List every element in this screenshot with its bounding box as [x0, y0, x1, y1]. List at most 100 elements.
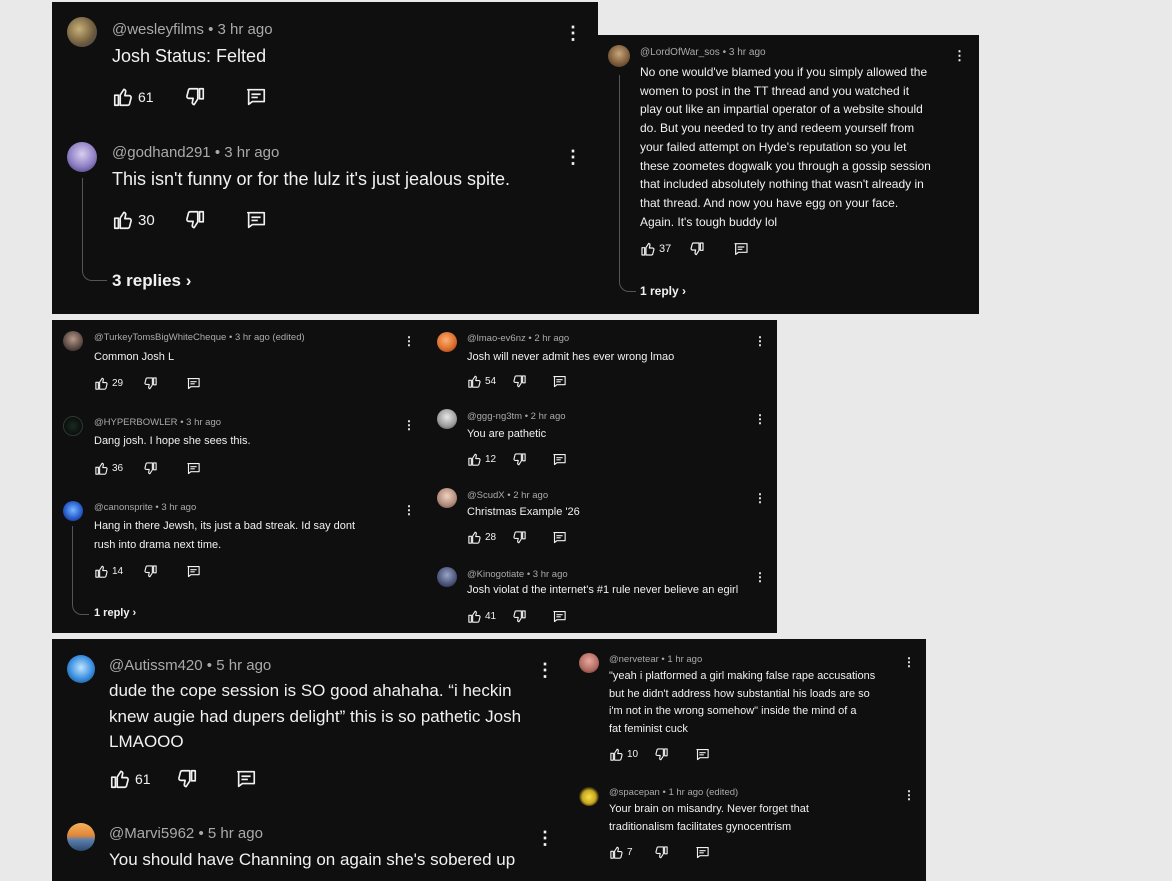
like-button[interactable]: 37: [640, 241, 671, 257]
dislike-button[interactable]: [512, 530, 527, 545]
avatar[interactable]: [437, 488, 457, 508]
dislike-button[interactable]: [689, 241, 705, 257]
author-handle[interactable]: @nervetear: [609, 654, 659, 665]
avatar[interactable]: [437, 409, 457, 429]
more-vert-icon[interactable]: ⋮: [403, 335, 415, 347]
like-button[interactable]: 30: [112, 209, 155, 231]
dislike-button[interactable]: [512, 374, 527, 389]
timestamp[interactable]: 2 hr ago: [531, 411, 566, 422]
more-vert-icon[interactable]: ⋮: [564, 148, 582, 166]
avatar[interactable]: [67, 17, 97, 47]
timestamp[interactable]: 3 hr ago: [729, 47, 766, 58]
more-vert-icon[interactable]: ⋮: [754, 335, 766, 347]
like-button[interactable]: 10: [609, 747, 638, 762]
like-button[interactable]: 14: [94, 564, 123, 579]
author-handle[interactable]: @Marvi5962: [109, 825, 194, 842]
like-button[interactable]: 61: [109, 768, 151, 790]
reply-button[interactable]: [695, 845, 710, 860]
timestamp[interactable]: 1 hr ago: [667, 654, 702, 665]
reply-button[interactable]: [245, 209, 267, 231]
chevron-right-icon: ›: [185, 271, 192, 290]
reply-button[interactable]: [552, 452, 567, 467]
author-handle[interactable]: @HYPERBOWLER: [94, 417, 178, 428]
more-vert-icon[interactable]: ⋮: [536, 661, 554, 679]
author-handle[interactable]: @wesleyfilms: [112, 21, 204, 38]
reply-button[interactable]: [186, 376, 201, 391]
dislike-button[interactable]: [143, 564, 158, 579]
dislike-button[interactable]: [654, 845, 669, 860]
author-handle[interactable]: @TurkeyTomsBigWhiteCheque: [94, 332, 226, 343]
dislike-button[interactable]: [512, 452, 527, 467]
avatar[interactable]: [67, 142, 97, 172]
avatar[interactable]: [579, 786, 599, 806]
timestamp[interactable]: 3 hr ago: [218, 21, 273, 38]
author-handle[interactable]: @canonsprite: [94, 502, 153, 513]
dislike-button[interactable]: [143, 461, 158, 476]
dislike-button[interactable]: [184, 209, 206, 231]
author-handle[interactable]: @Autissm420: [109, 657, 203, 674]
reply-button[interactable]: [235, 768, 257, 790]
more-vert-icon[interactable]: ⋮: [564, 24, 582, 42]
author-handle[interactable]: @lmao-ev6nz: [467, 333, 526, 344]
avatar[interactable]: [63, 501, 83, 521]
more-vert-icon[interactable]: ⋮: [903, 789, 915, 801]
like-button[interactable]: 12: [467, 452, 496, 467]
timestamp[interactable]: 3 hr ago: [533, 569, 568, 580]
dislike-button[interactable]: [512, 609, 527, 624]
author-handle[interactable]: @godhand291: [112, 144, 211, 161]
timestamp[interactable]: 1 hr ago (edited): [668, 787, 738, 798]
more-vert-icon[interactable]: ⋮: [403, 504, 415, 516]
author-handle[interactable]: @ggg-ng3tm: [467, 411, 522, 422]
avatar[interactable]: [608, 45, 630, 67]
like-button[interactable]: 36: [94, 461, 123, 476]
avatar[interactable]: [67, 655, 95, 683]
like-button[interactable]: 29: [94, 376, 123, 391]
author-handle[interactable]: @Kinogotiate: [467, 569, 524, 580]
reply-button[interactable]: [733, 241, 749, 257]
more-vert-icon[interactable]: ⋮: [754, 413, 766, 425]
timestamp[interactable]: 3 hr ago: [224, 144, 279, 161]
dislike-button[interactable]: [654, 747, 669, 762]
timestamp[interactable]: 2 hr ago: [534, 333, 569, 344]
timestamp[interactable]: 5 hr ago: [208, 825, 263, 842]
more-vert-icon[interactable]: ⋮: [754, 571, 766, 583]
like-button[interactable]: 61: [112, 86, 154, 108]
reply-button[interactable]: [186, 461, 201, 476]
author-handle[interactable]: @ScudX: [467, 490, 505, 501]
more-vert-icon[interactable]: ⋮: [953, 49, 966, 62]
reply-button[interactable]: [552, 609, 567, 624]
dislike-button[interactable]: [143, 376, 158, 391]
avatar[interactable]: [437, 567, 457, 587]
timestamp[interactable]: 3 hr ago (edited): [235, 332, 305, 343]
reply-button[interactable]: [186, 564, 201, 579]
like-button[interactable]: 54: [467, 374, 496, 389]
more-vert-icon[interactable]: ⋮: [403, 419, 415, 431]
reply-button[interactable]: [552, 374, 567, 389]
like-button[interactable]: 41: [467, 609, 496, 624]
avatar[interactable]: [67, 823, 95, 851]
dislike-button[interactable]: [176, 768, 198, 790]
reply-button[interactable]: [552, 530, 567, 545]
author-handle[interactable]: @spacepan: [609, 787, 660, 798]
dislike-button[interactable]: [184, 86, 206, 108]
reply-button[interactable]: [245, 86, 267, 108]
view-replies-button[interactable]: 1 reply ›: [94, 607, 136, 619]
like-button[interactable]: 7: [609, 845, 633, 860]
avatar[interactable]: [579, 653, 599, 673]
more-vert-icon[interactable]: ⋮: [536, 829, 554, 847]
more-vert-icon[interactable]: ⋮: [754, 492, 766, 504]
view-replies-button[interactable]: 3 replies ›: [112, 271, 191, 291]
avatar[interactable]: [63, 416, 83, 436]
avatar[interactable]: [437, 332, 457, 352]
timestamp[interactable]: 5 hr ago: [216, 657, 271, 674]
reply-button[interactable]: [695, 747, 710, 762]
view-replies-button[interactable]: 1 reply ›: [640, 284, 686, 298]
more-vert-icon[interactable]: ⋮: [903, 656, 915, 668]
like-button[interactable]: 28: [467, 530, 496, 545]
comment-icon: [245, 209, 267, 231]
timestamp[interactable]: 2 hr ago: [513, 490, 548, 501]
avatar[interactable]: [63, 331, 83, 351]
timestamp[interactable]: 3 hr ago: [161, 502, 196, 513]
author-handle[interactable]: @LordOfWar_sos: [640, 47, 720, 58]
timestamp[interactable]: 3 hr ago: [186, 417, 221, 428]
